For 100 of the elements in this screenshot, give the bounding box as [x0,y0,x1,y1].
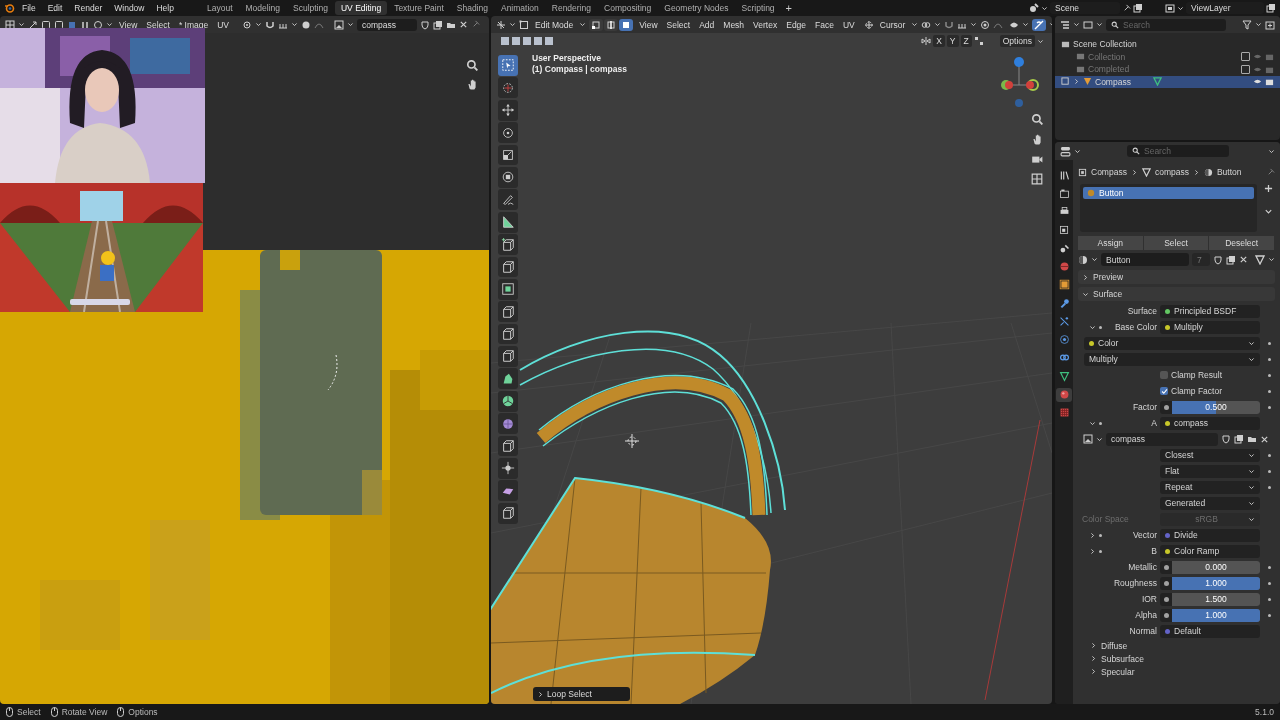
workspace-tab[interactable]: Texture Paint [388,1,450,15]
menu-item[interactable]: Edit [42,3,68,13]
subpanel-header[interactable]: Specular [1078,665,1275,678]
subpanel-label: Subsurface [1101,653,1144,664]
link-field[interactable]: Multiply [1160,320,1260,334]
workspace-tab[interactable]: Scripting [735,1,781,15]
workspace-tab[interactable]: Compositing [598,1,658,15]
menu-item[interactable]: Add [696,19,718,30]
slider-field[interactable]: 1.500 [1160,592,1260,606]
workspace-tab[interactable]: Rendering [545,1,597,15]
operator-panel[interactable]: Loop Select [533,687,630,701]
panel-title: Surface [1093,289,1123,299]
viewport-canvas[interactable]: X Y Z Options User Perspective (1) Compass | compass Loop Select [491,33,1052,704]
view-name-label: User Perspective [532,53,602,64]
axis-toggle[interactable]: Z [960,35,972,47]
add-workspace-button[interactable]: + [781,2,797,14]
workspace-tab[interactable]: Animation [494,1,545,15]
image-name-field[interactable]: compass [1106,432,1218,446]
slider-value: 0.000 [1205,562,1227,572]
panel-header[interactable]: Preview [1078,270,1275,284]
operator-label: Loop Select [547,689,592,699]
menu-item[interactable]: UV [214,19,232,30]
link-field[interactable]: Color Ramp [1160,544,1260,558]
property-label: A [1151,418,1157,428]
workspace-tab[interactable]: Geometry Nodes [658,1,735,15]
menu-item[interactable]: Face [812,19,837,30]
subpanel-header[interactable]: Diffuse [1078,639,1275,652]
dropdown[interactable]: Multiply [1084,352,1260,366]
property-label: Roughness [1114,578,1157,588]
tree-item[interactable]: Compass [1095,76,1131,87]
options-dropdown[interactable]: Options [999,35,1035,47]
menu-item[interactable]: Mesh [720,19,748,30]
dropdown[interactable]: Closest [1160,448,1260,462]
status-hint: Select [17,707,41,717]
dropdown[interactable]: Color [1084,336,1260,350]
link-field[interactable]: Principled BSDF [1160,304,1260,318]
property-label: Surface [1127,306,1157,316]
link-field[interactable]: Divide [1160,528,1260,542]
slider-field[interactable]: 0.000 [1160,560,1260,574]
property-label: Metallic [1128,562,1157,572]
dropdown-value: Repeat [1165,482,1193,492]
workspace-tab[interactable]: Layout [200,1,239,15]
dropdown[interactable]: Flat [1160,464,1260,478]
status-hint: Options [128,707,158,717]
slider-value: 1.500 [1205,594,1227,604]
menu-item[interactable]: Select [663,19,694,30]
menu-item[interactable]: * Image [175,19,212,30]
menu-item[interactable]: Vertex [750,19,781,30]
subpanel-header[interactable]: Subsurface [1078,652,1275,665]
workspace-tab[interactable]: Shading [450,1,494,15]
property-label: Factor [1132,402,1157,412]
slot-button[interactable]: Select [1143,236,1210,250]
menu-item[interactable]: File [17,3,41,13]
material-slot[interactable]: Button [1083,187,1254,199]
panel-title: Preview [1093,272,1124,282]
dropdown-value: Generated [1165,498,1206,508]
menu-item[interactable]: View [636,19,661,30]
dropdown-value: Color [1098,338,1119,348]
view-layer-field[interactable]: ViewLayer [1186,2,1264,14]
tree-item[interactable]: Scene Collection [1073,39,1137,50]
workspace-tab[interactable]: Modeling [239,1,286,15]
property-label: Alpha [1135,610,1157,620]
slider-field[interactable]: 1.000 [1160,576,1260,590]
image-field[interactable]: compass [357,18,417,31]
scene-field[interactable]: Scene [1050,2,1120,14]
dropdown-value: sRGB [1195,514,1218,524]
menu-item[interactable]: Edge [783,19,810,30]
mode-dropdown[interactable]: Edit Mode [532,19,577,30]
status-hint: Rotate View [61,707,108,717]
menu-item[interactable]: Select [143,19,173,30]
subpanel-label: Specular [1101,666,1135,677]
link-field[interactable]: compass [1160,416,1260,430]
axis-toggle[interactable]: X [933,35,945,47]
slot-button[interactable]: Assign [1078,236,1144,250]
slider-field[interactable]: 1.000 [1160,608,1260,622]
dropdown[interactable]: Repeat [1160,480,1260,494]
menu-item[interactable]: Render [69,3,108,13]
material-name-field[interactable]: Button [1101,253,1189,266]
menu-item[interactable]: UV [840,19,858,30]
link-field[interactable]: Default [1160,624,1260,638]
axis-toggle[interactable]: Y [946,35,959,47]
dropdown-value: Multiply [1089,354,1118,364]
pivot-dropdown[interactable]: Cursor [876,19,909,30]
workspace-tab[interactable]: UV Editing [334,1,388,15]
menu-item[interactable]: Help [151,3,179,13]
checkbox-label: Clamp Factor [1171,386,1222,396]
slider-field[interactable]: 0.500 [1160,400,1260,414]
dropdown-value: Closest [1165,450,1194,460]
workspace-tab[interactable]: Sculpting [287,1,334,15]
breadcrumb-item[interactable]: Button [1216,167,1242,177]
property-label: B [1151,546,1157,556]
dropdown-value: Flat [1165,466,1180,476]
property-label: Vector [1132,530,1157,540]
breadcrumb-item[interactable]: compass [1154,167,1189,177]
slot-button[interactable]: Deselect [1209,236,1275,250]
panel-header[interactable]: Surface [1078,287,1275,301]
menu-item[interactable]: View [116,19,141,30]
breadcrumb-item[interactable]: Compass [1091,167,1127,177]
menu-item[interactable]: Window [109,3,150,13]
dropdown[interactable]: Generated [1160,496,1260,510]
